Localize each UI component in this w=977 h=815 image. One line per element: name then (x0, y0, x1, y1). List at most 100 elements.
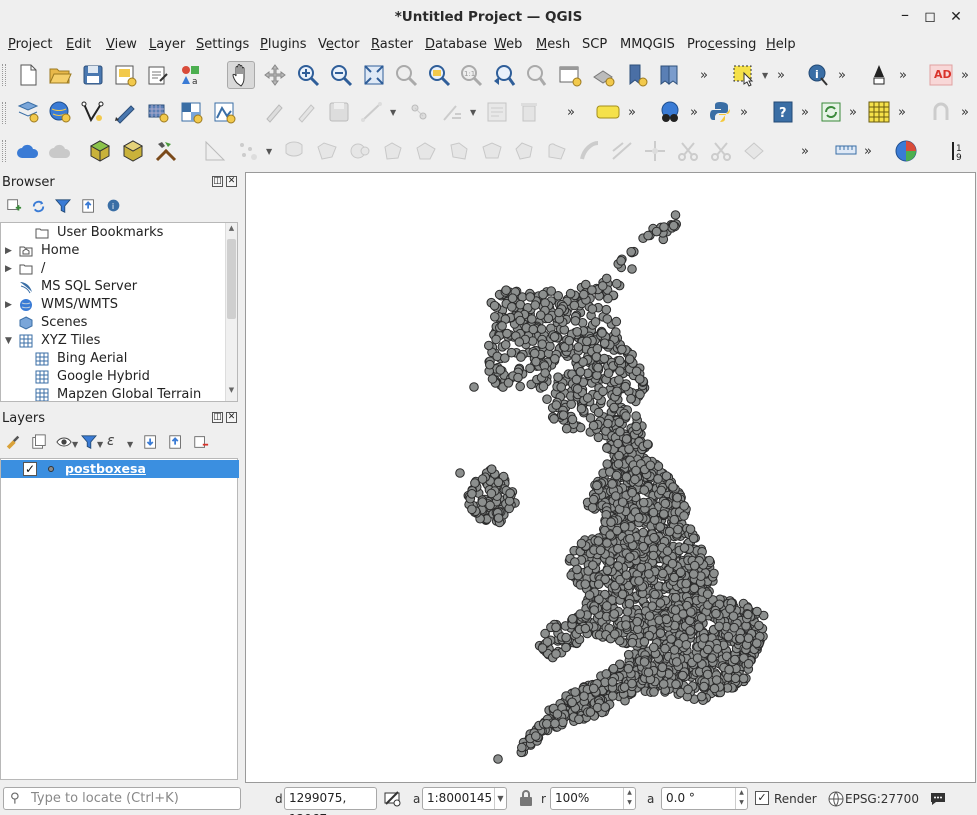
digitize-shape-icon[interactable] (414, 139, 438, 163)
menu-processing[interactable]: Processing (687, 37, 756, 52)
menu-raster[interactable]: Raster (371, 37, 413, 52)
rotation-spinbox[interactable]: 0.0 ° ▲ ▼ (661, 787, 748, 810)
style-manager-icon[interactable]: a (179, 63, 203, 87)
menu-scp[interactable]: SCP (582, 37, 607, 52)
browser-item[interactable]: ▶ Home (1, 242, 225, 260)
zoom-in-icon[interactable] (296, 63, 320, 87)
map-canvas[interactable] (245, 172, 976, 783)
refresh-icon[interactable] (30, 198, 48, 216)
toolbar-grip[interactable] (2, 140, 6, 162)
measure-angle-icon[interactable] (203, 139, 227, 163)
spin-buttons[interactable]: ▲ ▼ (623, 788, 635, 809)
menu-layer[interactable]: Layer (149, 37, 185, 52)
add-point-icon[interactable] (236, 139, 260, 163)
browser-item[interactable]: Scenes (1, 314, 225, 332)
toolbar-grip[interactable] (2, 102, 6, 124)
browser-item[interactable]: ▼ XYZ Tiles (1, 332, 225, 350)
menu-project[interactable]: Project (8, 37, 53, 52)
menu-vector[interactable]: Vector (318, 37, 359, 52)
menu-mmqgis[interactable]: MMQGIS (620, 37, 675, 52)
menu-settings[interactable]: Settings (196, 37, 249, 52)
python-console-icon[interactable] (708, 100, 732, 124)
add-raster-layer-icon[interactable] (179, 100, 203, 124)
open-project-icon[interactable] (48, 63, 72, 87)
menu-database[interactable]: Database (425, 37, 487, 52)
dropdown-arrow[interactable]: ▼ (97, 440, 103, 449)
digitize-shape-icon[interactable] (512, 139, 536, 163)
menu-web[interactable]: Web (494, 37, 522, 52)
scale-combobox[interactable]: 1:8000145 ▼ (422, 787, 507, 810)
new-print-layout-icon[interactable] (113, 63, 137, 87)
toolbar-overflow[interactable]: » (898, 105, 906, 120)
add-vector-layer-icon[interactable] (16, 100, 40, 124)
mesh-layer-icon[interactable] (146, 100, 170, 124)
toggle-extents-icon[interactable] (383, 789, 401, 807)
vertex-tool-icon[interactable] (407, 100, 431, 124)
float-panel-button[interactable]: ◫ (212, 176, 223, 187)
toolbar-overflow[interactable]: » (899, 68, 907, 83)
menu-plugins[interactable]: Plugins (260, 37, 307, 52)
digitize-shape-icon[interactable] (545, 139, 569, 163)
zoom-last-icon[interactable] (492, 63, 516, 87)
edit-attributes-icon[interactable] (485, 100, 509, 124)
remove-layer-icon[interactable] (193, 434, 211, 452)
info-icon[interactable]: i (106, 198, 124, 216)
measure-line-icon[interactable] (834, 138, 858, 162)
digitize-shape-icon[interactable] (282, 139, 306, 163)
filter-icon[interactable] (54, 198, 73, 216)
close-panel-button[interactable]: ✕ (226, 176, 237, 187)
add-selected-layers-icon[interactable] (6, 198, 24, 216)
tools-icon[interactable] (154, 139, 178, 163)
layer-name[interactable]: postboxesa (65, 461, 146, 476)
toolbar-overflow[interactable]: » (801, 144, 809, 159)
new-project-icon[interactable] (16, 63, 40, 87)
zoom-out-icon[interactable] (329, 63, 353, 87)
messages-icon[interactable] (929, 789, 947, 807)
pan-to-selection-icon[interactable] (263, 63, 287, 87)
toolbar-overflow[interactable]: » (838, 68, 846, 83)
expand-arrow-icon[interactable]: ▼ (5, 332, 12, 350)
new-map-view-icon[interactable] (558, 63, 582, 87)
browser-item[interactable]: MS SQL Server (1, 278, 225, 296)
georeferencer-icon[interactable] (113, 100, 137, 124)
add-vector-tile-icon[interactable] (212, 100, 236, 124)
delete-selected-icon[interactable] (517, 100, 541, 124)
add-group-icon[interactable] (31, 434, 49, 452)
browser-item[interactable]: Google Hybrid (1, 368, 225, 386)
menu-view[interactable]: View (106, 37, 137, 52)
expand-arrow-icon[interactable]: ▶ (5, 260, 12, 278)
save-project-icon[interactable] (81, 63, 105, 87)
expand-arrow-icon[interactable]: ▶ (5, 242, 12, 260)
browser-item[interactable]: Mapzen Global Terrain (1, 386, 225, 401)
digitize-vertex-icon[interactable] (81, 100, 105, 124)
toolbar-overflow[interactable]: » (628, 105, 636, 120)
menu-mesh[interactable]: Mesh (536, 37, 570, 52)
toolbar-overflow[interactable]: » (690, 105, 698, 120)
browser-item[interactable]: User Bookmarks (1, 224, 225, 242)
collapse-all-layers-icon[interactable] (168, 434, 186, 452)
maximize-button[interactable]: ◻ (921, 8, 939, 26)
theme-icon[interactable] (894, 139, 918, 163)
magnifier-spinbox[interactable]: 100% ▲ ▼ (550, 787, 636, 810)
dropdown-arrow[interactable]: ▼ (494, 788, 506, 809)
dropdown-arrow[interactable]: ▼ (127, 440, 133, 449)
toolbar-overflow[interactable]: » (864, 144, 872, 159)
browser-item[interactable]: ▶ / (1, 260, 225, 278)
layer-visibility-checkbox[interactable]: ✓ (23, 462, 37, 476)
zoom-to-selection-icon[interactable] (394, 63, 418, 87)
split-parts-icon[interactable] (709, 139, 733, 163)
save-edits-icon[interactable] (327, 100, 351, 124)
toolbar-overflow[interactable]: » (961, 68, 969, 83)
spin-buttons[interactable]: ▲ ▼ (735, 788, 747, 809)
browser-scrollbar[interactable]: ▲ ▼ (225, 223, 237, 401)
snapping-icon[interactable] (929, 100, 953, 124)
processing-refresh-icon[interactable] (819, 100, 843, 124)
toolbar-overflow[interactable]: » (777, 68, 785, 83)
crs-label[interactable]: EPSG:27700 (845, 792, 919, 806)
dropdown-arrow[interactable]: ▼ (72, 440, 78, 449)
scroll-down-arrow[interactable]: ▼ (226, 386, 237, 400)
browser-item[interactable]: Bing Aerial (1, 350, 225, 368)
close-panel-button[interactable]: ✕ (226, 412, 237, 423)
zoom-next-icon[interactable] (525, 63, 549, 87)
identify-features-icon[interactable]: i (806, 63, 830, 87)
